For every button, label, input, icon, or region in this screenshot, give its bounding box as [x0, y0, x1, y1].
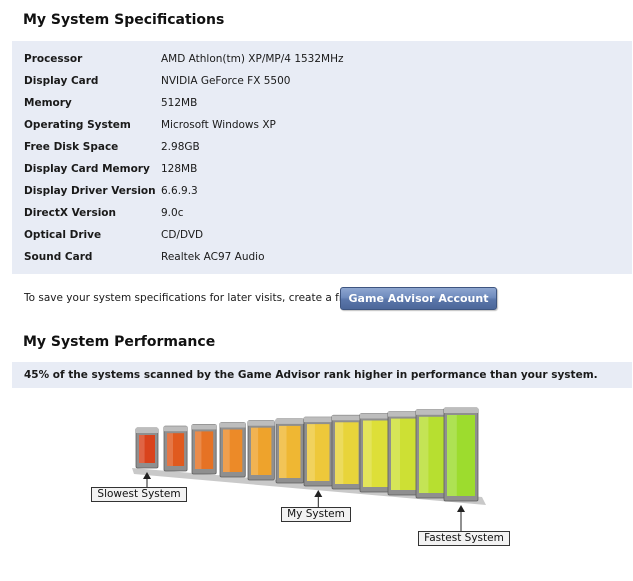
bar-cap	[192, 424, 217, 430]
spec-label: Free Disk Space	[24, 141, 119, 153]
spec-value: NVIDIA GeForce FX 5500	[161, 75, 291, 87]
bar-cap	[220, 422, 246, 428]
spec-value: 6.6.9.3	[161, 185, 198, 197]
spec-label: Display Driver Version	[24, 185, 156, 197]
bar-cap	[388, 411, 420, 417]
spec-value: 128MB	[161, 163, 198, 175]
spec-label: Display Card Memory	[24, 163, 150, 175]
bar-gloss	[251, 427, 259, 475]
bar-gloss	[307, 424, 315, 481]
performance-heading: My System Performance	[23, 334, 216, 350]
performance-summary-text: 45% of the systems scanned by the Game A…	[24, 369, 598, 381]
bar-cap	[332, 415, 362, 421]
performance-rank-chart	[132, 407, 486, 531]
bar-cap	[360, 413, 391, 419]
bar-gloss	[419, 416, 429, 493]
performance-summary-banner: 45% of the systems scanned by the Game A…	[12, 362, 632, 388]
performance-bar	[303, 416, 333, 487]
bar-cap	[276, 418, 304, 424]
spec-row-sound-card: Sound Card Realtek AC97 Audio	[12, 246, 632, 268]
bar-gloss	[335, 422, 344, 484]
spec-row-processor: Processor AMD Athlon(tm) XP/MP/4 1532MHz	[12, 48, 632, 70]
spec-label: Display Card	[24, 75, 99, 87]
spec-row-display-card: Display Card NVIDIA GeForce FX 5500	[12, 70, 632, 92]
bar-gloss	[223, 429, 230, 472]
bar-cap	[164, 426, 188, 432]
spec-row-operating-system: Operating System Microsoft Windows XP	[12, 114, 632, 136]
specifications-panel: Processor AMD Athlon(tm) XP/MP/4 1532MHz…	[12, 41, 632, 274]
bar-gloss	[279, 425, 287, 478]
spec-row-directx-version: DirectX Version 9.0c	[12, 202, 632, 224]
performance-bar	[191, 424, 217, 475]
save-specs-text: To save your system specifications for l…	[24, 292, 356, 304]
spec-label: DirectX Version	[24, 207, 116, 219]
performance-bar	[247, 420, 275, 481]
fastest-marker-arrow	[457, 505, 465, 531]
specifications-heading: My System Specifications	[23, 12, 225, 28]
performance-bar	[275, 418, 304, 484]
my-system-label: My System	[281, 507, 351, 522]
spec-row-memory: Memory 512MB	[12, 92, 632, 114]
bar-gloss	[139, 435, 145, 463]
bar-gloss	[447, 415, 457, 496]
performance-bar	[331, 414, 363, 490]
spec-label: Operating System	[24, 119, 131, 131]
bar-gloss	[167, 433, 173, 466]
bar-gloss	[195, 431, 202, 469]
performance-bar	[359, 413, 392, 493]
spec-value: Realtek AC97 Audio	[161, 251, 265, 263]
spec-value: 512MB	[161, 97, 198, 109]
spec-label: Sound Card	[24, 251, 93, 263]
performance-bar	[219, 422, 246, 478]
spec-label: Processor	[24, 53, 83, 65]
game-advisor-account-button[interactable]: Game Advisor Account	[340, 287, 497, 310]
slowest-system-label: Slowest System	[91, 487, 187, 502]
mine-marker-arrow	[314, 490, 323, 507]
performance-bar	[163, 425, 188, 472]
spec-value: 9.0c	[161, 207, 184, 219]
spec-label: Memory	[24, 97, 72, 109]
performance-bar	[387, 411, 421, 496]
spec-value: CD/DVD	[161, 229, 204, 241]
spec-value: AMD Athlon(tm) XP/MP/4 1532MHz	[161, 53, 344, 65]
spec-row-free-disk-space: Free Disk Space 2.98GB	[12, 136, 632, 158]
fastest-system-label: Fastest System	[418, 531, 510, 546]
spec-row-optical-drive: Optical Drive CD/DVD	[12, 224, 632, 246]
bar-cap	[444, 408, 478, 413]
spec-row-display-driver-version: Display Driver Version 6.6.9.3	[12, 180, 632, 202]
bar-gloss	[363, 420, 372, 487]
bar-cap	[136, 428, 158, 433]
spec-value: Microsoft Windows XP	[161, 119, 276, 131]
bar-cap	[304, 417, 333, 423]
bar-cap	[248, 420, 275, 426]
performance-bar	[443, 407, 479, 502]
spec-value: 2.98GB	[161, 141, 200, 153]
spec-label: Optical Drive	[24, 229, 102, 241]
spec-row-display-card-memory: Display Card Memory 128MB	[12, 158, 632, 180]
bar-gloss	[391, 418, 400, 490]
performance-bar	[135, 427, 159, 469]
